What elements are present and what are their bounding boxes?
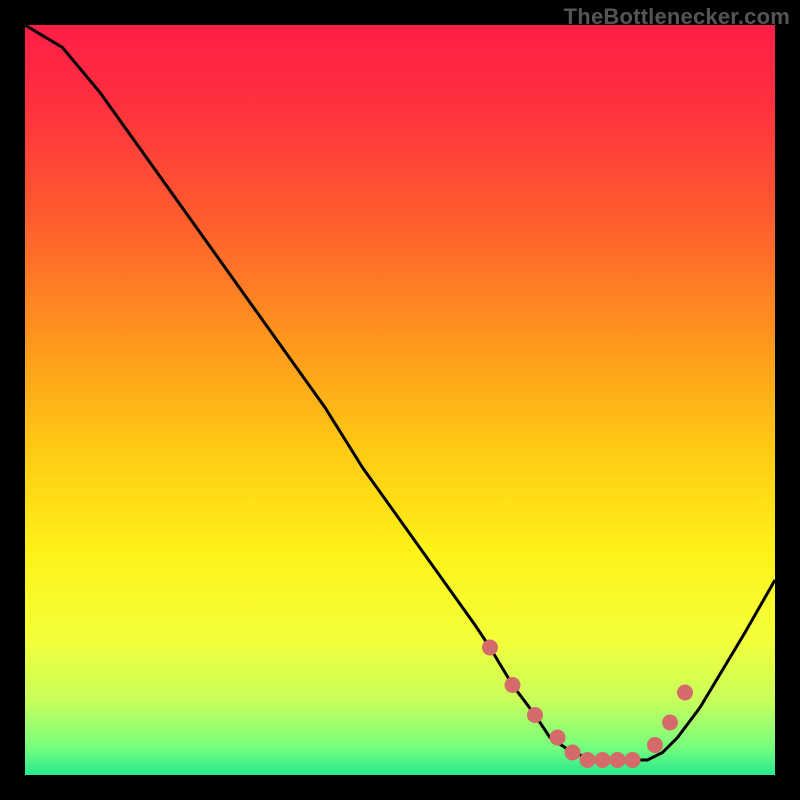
data-point bbox=[482, 640, 498, 656]
data-point bbox=[550, 730, 566, 746]
data-point bbox=[677, 685, 693, 701]
data-point bbox=[505, 677, 521, 693]
watermark-text: TheBottlenecker.com bbox=[564, 4, 790, 30]
data-point bbox=[565, 745, 581, 761]
chart-svg bbox=[25, 25, 775, 775]
data-point bbox=[647, 737, 663, 753]
data-point bbox=[595, 752, 611, 768]
data-point bbox=[610, 752, 626, 768]
data-point bbox=[580, 752, 596, 768]
data-point bbox=[662, 715, 678, 731]
data-point bbox=[625, 752, 641, 768]
gradient-background bbox=[25, 25, 775, 775]
chart-frame: TheBottlenecker.com bbox=[0, 0, 800, 800]
data-point bbox=[527, 707, 543, 723]
plot-area bbox=[25, 25, 775, 775]
